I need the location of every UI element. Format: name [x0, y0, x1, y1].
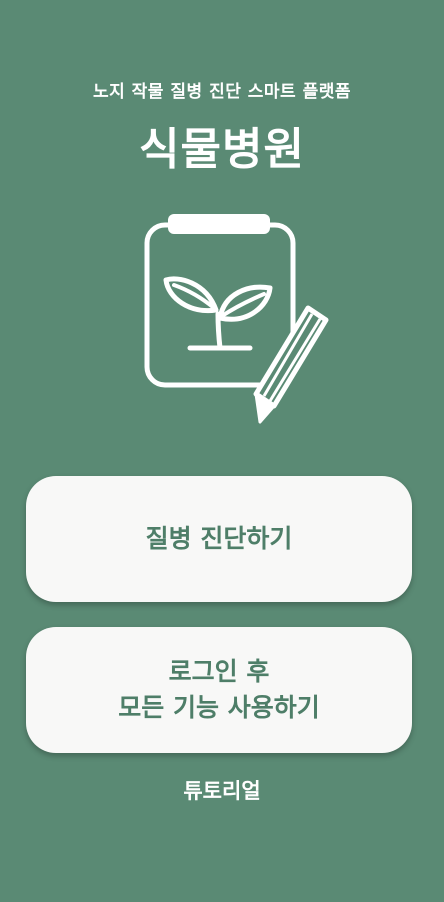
- login-button-line2: 모든 기능 사용하기: [118, 693, 320, 722]
- diagnose-button[interactable]: 질병 진단하기: [26, 476, 412, 602]
- tutorial-link[interactable]: 튜토리얼: [0, 775, 444, 805]
- login-button[interactable]: 로그인 후 모든 기능 사용하기: [26, 627, 412, 753]
- clipboard-plant-pencil-icon: [144, 214, 329, 424]
- app-title: 식물병원: [139, 124, 305, 175]
- diagnose-button-label: 질병 진단하기: [145, 524, 293, 553]
- app-subtitle: 노지 작물 질병 진단 스마트 플랫폼: [92, 82, 352, 102]
- login-button-line1: 로그인 후: [168, 657, 270, 686]
